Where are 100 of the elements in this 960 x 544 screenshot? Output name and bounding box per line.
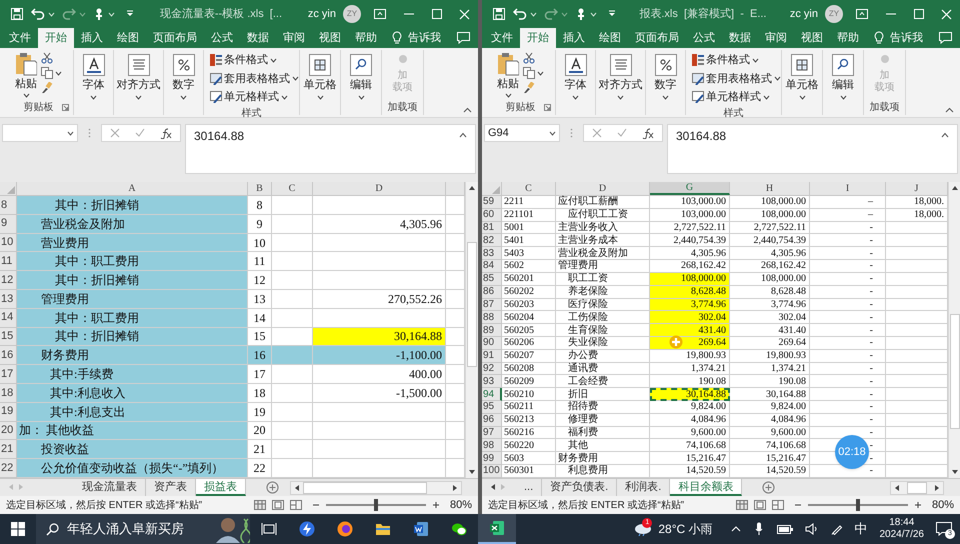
check-icon[interactable] [134, 128, 145, 138]
cells-icon[interactable] [791, 54, 813, 76]
caret-icon[interactable] [549, 130, 556, 136]
zoom-slider[interactable] [856, 499, 860, 511]
undo-icon[interactable] [513, 7, 527, 21]
row-header[interactable]: 18 [0, 384, 17, 403]
caret-icon[interactable] [358, 94, 364, 100]
horizontal-scrollbar[interactable] [290, 480, 462, 494]
caret-icon[interactable] [752, 58, 759, 63]
caret-icon[interactable] [292, 76, 299, 82]
ribbon-tab[interactable]: 数据 [240, 28, 276, 48]
caret-icon[interactable] [135, 94, 142, 100]
style-menu-button[interactable]: 单元格样式 [210, 89, 288, 106]
row-header[interactable]: 9 [0, 214, 17, 234]
cells-icon[interactable] [309, 54, 331, 76]
row-header[interactable]: 100 [482, 465, 502, 478]
row-header[interactable]: 11 [0, 252, 17, 272]
tell-me-field[interactable]: 告诉我 [890, 28, 923, 48]
column-header[interactable]: C [272, 182, 313, 195]
function-icon[interactable] [642, 128, 654, 138]
row-header[interactable]: 86 [482, 286, 502, 298]
lightbulb-icon[interactable] [392, 31, 402, 45]
row-header[interactable]: 94 [482, 388, 502, 401]
caret-icon[interactable] [774, 76, 781, 82]
caret-icon[interactable] [90, 94, 97, 100]
column-header[interactable]: B [248, 182, 272, 195]
font-button[interactable]: 字体 [82, 50, 104, 100]
ribbon-tab[interactable]: 绘图 [592, 28, 628, 48]
weather-text[interactable]: 28°C 小雨 [658, 520, 712, 538]
row-header[interactable]: 89 [482, 324, 502, 337]
cells-button[interactable]: 单元格 [786, 50, 818, 100]
collapse-icon[interactable] [941, 132, 949, 138]
tell-me-field[interactable]: 告诉我 [408, 28, 441, 48]
number-button[interactable]: 数字 [654, 50, 676, 100]
style-menu-button[interactable]: 条件格式 [210, 52, 277, 68]
chevron-up-icon[interactable] [730, 526, 740, 532]
brush-icon[interactable] [41, 82, 53, 94]
number-button[interactable]: 数字 [172, 50, 194, 100]
zoom-level[interactable]: 80% [932, 496, 954, 514]
microphone-icon[interactable] [754, 522, 762, 536]
customize-icon[interactable] [126, 10, 134, 18]
search-field[interactable]: 年轻人涌入阜新买房 [36, 514, 250, 544]
row-header[interactable]: 88 [482, 311, 502, 324]
row-header[interactable]: 13 [0, 290, 17, 309]
ribbon-tab[interactable]: 绘图 [110, 28, 146, 48]
caret-icon[interactable] [270, 58, 277, 63]
style-menu-button[interactable]: 条件格式 [692, 52, 759, 68]
ribbon-tab[interactable]: 视图 [312, 28, 348, 48]
copy-icon[interactable] [41, 67, 53, 79]
collapse-icon[interactable] [463, 107, 472, 113]
customize-icon[interactable] [608, 10, 616, 18]
row-header[interactable]: 59 [482, 196, 502, 209]
touch-icon[interactable] [93, 7, 105, 21]
caret-icon[interactable] [617, 94, 624, 100]
ribbon-tab[interactable]: 公式 [204, 28, 240, 48]
caret-icon[interactable] [798, 94, 806, 100]
windows-logo-icon[interactable] [11, 522, 25, 536]
comment-icon[interactable] [939, 32, 952, 44]
row-header[interactable]: 16 [0, 346, 17, 366]
row-header[interactable]: 17 [0, 365, 17, 384]
add-sheet-icon[interactable] [762, 481, 776, 494]
font-icon[interactable] [564, 54, 586, 76]
battery-icon[interactable] [776, 524, 792, 534]
row-header[interactable]: 99 [482, 452, 502, 466]
column-header[interactable]: D [313, 182, 446, 195]
style-menu-button[interactable]: 套用表格格式 [210, 70, 299, 87]
scissors-icon[interactable] [523, 52, 535, 64]
edit-button[interactable]: 编辑 [350, 50, 372, 100]
sheet-tab[interactable]: 科目余额表 [670, 479, 742, 496]
row-header[interactable]: 90 [482, 336, 502, 350]
row-header[interactable]: 97 [482, 426, 502, 440]
caret-icon[interactable] [763, 94, 770, 100]
style-menu-button[interactable]: 套用表格格式 [692, 70, 781, 87]
pen-icon[interactable] [830, 523, 842, 535]
percent-icon[interactable] [654, 54, 676, 76]
column-header[interactable]: I [810, 182, 886, 195]
caret-icon[interactable] [662, 94, 669, 100]
brush-icon[interactable] [523, 82, 535, 94]
vertical-scrollbar[interactable] [465, 182, 478, 478]
row-header[interactable]: 21 [0, 440, 17, 460]
page-break-icon[interactable] [772, 500, 784, 510]
row-header[interactable]: 14 [0, 308, 17, 328]
horizontal-scrollbar[interactable] [890, 480, 944, 494]
formula-bar[interactable]: 30164.88 [667, 124, 958, 174]
font-icon[interactable] [82, 54, 104, 76]
caret-icon[interactable] [572, 94, 579, 100]
style-menu-button[interactable]: 单元格样式 [692, 89, 770, 106]
vertical-scrollbar[interactable] [948, 182, 960, 478]
sheet-tab[interactable]: 损益表 [196, 479, 246, 496]
dialog-launcher-icon[interactable] [544, 104, 551, 110]
ribbon-tab[interactable]: 帮助 [348, 28, 384, 48]
row-header[interactable]: 81 [482, 222, 502, 234]
search-icon[interactable] [832, 54, 854, 76]
check-icon[interactable] [616, 128, 627, 138]
row-header[interactable]: 12 [0, 271, 17, 290]
copy-icon[interactable] [523, 67, 535, 79]
ribbon-tab[interactable]: 帮助 [830, 28, 866, 48]
cells-button[interactable]: 单元格 [304, 50, 336, 100]
ribbon-tab[interactable]: 插入 [74, 28, 110, 48]
row-header[interactable]: 60 [482, 208, 502, 222]
